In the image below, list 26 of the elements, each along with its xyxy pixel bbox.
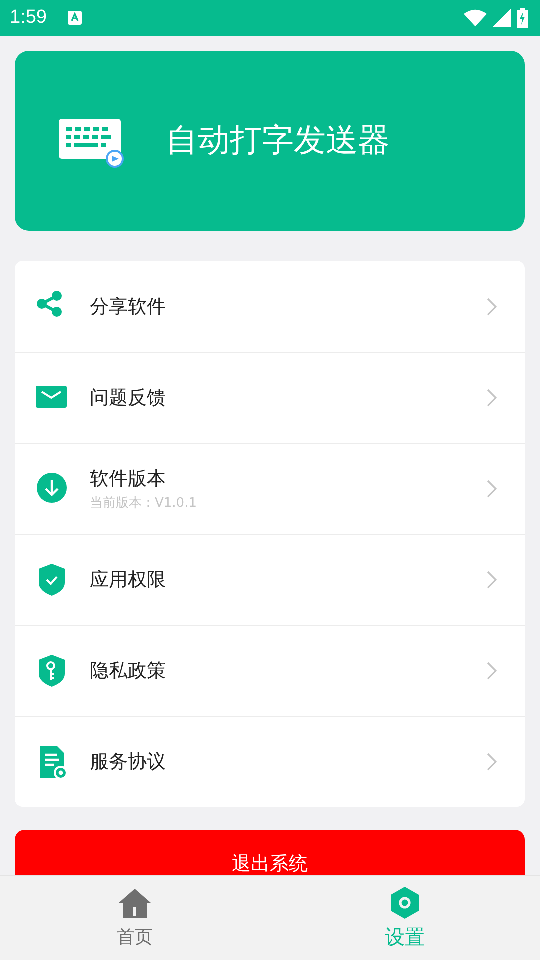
keyboard-status-icon [66,10,83,26]
menu-item[interactable]: 问题反馈 [90,385,487,411]
chevron-right-icon [487,298,497,316]
menu-item[interactable]: 软件版本 [90,466,487,492]
chevron-right-icon [487,389,497,407]
battery-icon [517,8,528,28]
wifi-icon [464,9,487,27]
home-icon [118,887,152,921]
shield-check-icon [36,563,68,597]
chevron-right-icon [487,480,497,498]
chevron-right-icon [487,571,497,589]
settings-icon [388,886,422,920]
menu-item[interactable]: 应用权限 [90,567,487,593]
shield-key-icon [36,654,68,688]
status-time: 1:59 [10,7,47,29]
menu-item[interactable]: 服务协议 [90,749,487,775]
chevron-right-icon [487,753,497,771]
logout-button[interactable]: 退出系统 [15,830,525,876]
signal-icon [493,9,511,27]
nav-tab[interactable]: 首页 [0,876,270,960]
download-icon [36,472,68,506]
app-title: 自动打字发送器 [166,120,390,161]
chevron-right-icon [487,662,497,680]
version-text: 当前版本：V1.0.1 [90,495,198,512]
menu-item[interactable]: 分享软件 [90,294,487,320]
menu-item[interactable]: 隐私政策 [90,658,487,684]
